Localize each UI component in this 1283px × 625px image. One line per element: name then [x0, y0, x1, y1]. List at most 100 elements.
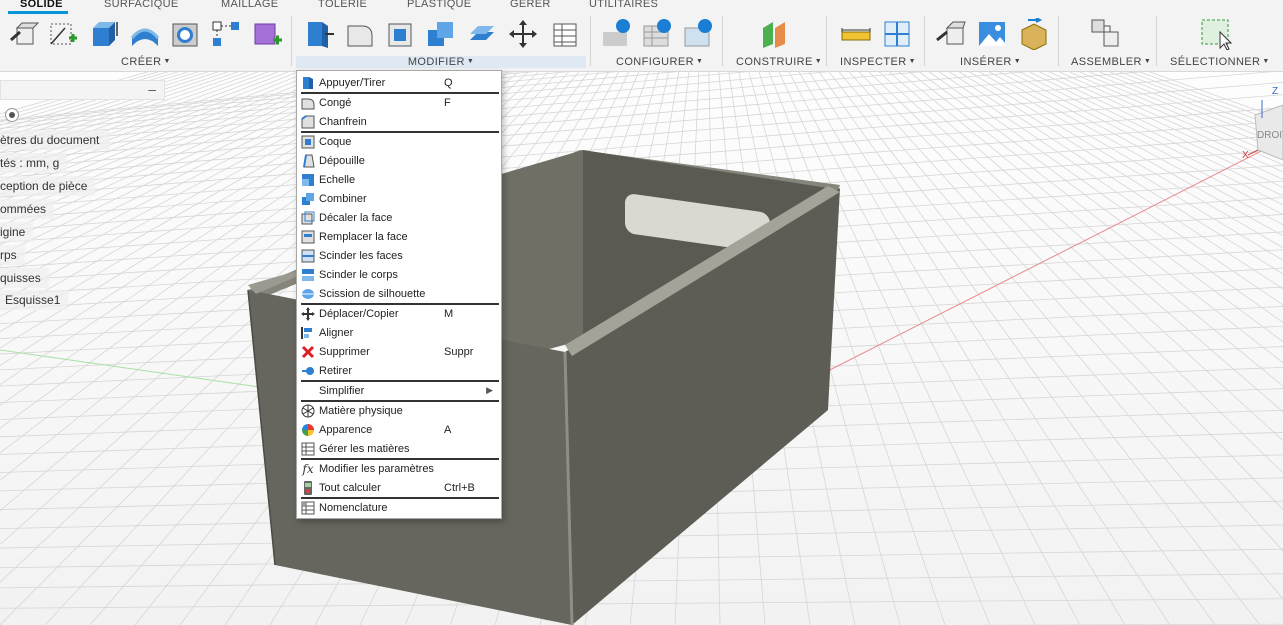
submenu-arrow-icon: ▶: [486, 385, 493, 395]
tab-sheet-metal[interactable]: TÔLERIE: [318, 0, 367, 10]
menu-item-replace-face[interactable]: Remplacer la face: [301, 227, 499, 246]
menu-item-draft[interactable]: Dépouille: [301, 151, 499, 170]
split-face-icon: [301, 249, 315, 263]
assemble-group-label[interactable]: ASSEMBLER ▼: [1071, 56, 1151, 68]
construct-group-label[interactable]: CONSTRUIRE ▼: [736, 56, 822, 68]
select-group-label[interactable]: SÉLECTIONNER ▼: [1170, 56, 1270, 68]
fillet-icon[interactable]: [344, 18, 376, 50]
offset-face-icon[interactable]: [466, 18, 498, 50]
menu-item-chamfer[interactable]: Chanfrein: [301, 112, 499, 131]
menu-item-move-copy[interactable]: Déplacer/Copier M: [301, 304, 499, 323]
create-sketch-icon[interactable]: [47, 18, 79, 50]
insert-group-label[interactable]: INSÉRER ▼: [960, 56, 1021, 68]
create-form-icon[interactable]: [251, 18, 283, 50]
menu-item-offset-face[interactable]: Décaler la face: [301, 208, 499, 227]
menu-item-align[interactable]: Aligner: [301, 323, 499, 342]
menu-item-silhouette-split[interactable]: Scission de silhouette: [301, 284, 499, 303]
move-icon[interactable]: [507, 18, 539, 50]
menu-item-physical-material[interactable]: Matière physique: [301, 401, 499, 420]
browser-item-origin[interactable]: igine: [0, 222, 34, 242]
tab-manage[interactable]: GÉRER: [510, 0, 551, 10]
menu-item-press-pull[interactable]: Appuyer/Tirer Q: [301, 73, 499, 92]
configure-group-label[interactable]: CONFIGURER ▼: [616, 56, 703, 68]
viewcube-z-label: Z: [1272, 86, 1279, 97]
shell-icon[interactable]: [385, 18, 417, 50]
measure-icon[interactable]: [840, 18, 872, 50]
menu-item-appearance[interactable]: Apparence A: [301, 420, 499, 439]
canvas-viewport[interactable]: [0, 0, 1283, 625]
combine-icon[interactable]: [425, 18, 457, 50]
browser-item-sketch1[interactable]: Esquisse1: [0, 290, 69, 310]
inspect-group-label[interactable]: INSPECTER ▼: [840, 56, 916, 68]
modify-group-label[interactable]: MODIFIER ▼: [296, 56, 586, 68]
active-document-radio[interactable]: [5, 108, 19, 122]
browser-item-document-settings[interactable]: ètres du document: [0, 130, 110, 150]
parameters-table-icon[interactable]: [548, 18, 580, 50]
press-pull-icon[interactable]: [303, 18, 335, 50]
tab-surface[interactable]: SURFACIQUE: [104, 0, 179, 10]
remove-icon: [301, 364, 315, 378]
extrude-icon[interactable]: [88, 18, 120, 50]
toolbar-separator: [924, 16, 925, 66]
tab-utilities[interactable]: UTILITAIRES: [589, 0, 658, 10]
insert-image-icon[interactable]: [976, 18, 1008, 50]
joint-icon[interactable]: [1090, 18, 1122, 50]
configure-icon-1[interactable]: [601, 18, 633, 50]
tab-mesh[interactable]: MAILLAGE: [221, 0, 278, 10]
pattern-icon[interactable]: [210, 18, 242, 50]
compute-all-icon: [301, 480, 315, 495]
menu-item-simplify[interactable]: Simplifier ▶: [301, 381, 499, 400]
active-tab-indicator: [8, 11, 68, 14]
menu-item-fillet[interactable]: Congé F: [301, 93, 499, 112]
menu-item-remove[interactable]: Retirer: [301, 361, 499, 380]
browser-item-bodies[interactable]: rps: [0, 245, 25, 265]
revolve-icon[interactable]: [129, 18, 161, 50]
menu-item-manage-materials[interactable]: Gérer les matières: [301, 439, 499, 458]
select-icon[interactable]: [1200, 18, 1232, 50]
toolbar-separator: [722, 16, 723, 66]
viewcube-face-label[interactable]: DROIT: [1257, 130, 1283, 141]
replace-face-icon: [301, 230, 315, 244]
menu-item-scale[interactable]: Echelle: [301, 170, 499, 189]
menu-item-split-face[interactable]: Scinder les faces: [301, 246, 499, 265]
menu-item-combine[interactable]: Combiner: [301, 189, 499, 208]
viewcube-x-label: X: [1242, 150, 1249, 161]
collapse-button[interactable]: –: [148, 81, 156, 97]
configure-icon-3[interactable]: [683, 18, 715, 50]
browser-item-named-views[interactable]: ommées: [0, 199, 55, 219]
press-pull-icon: [301, 76, 315, 90]
tab-solid[interactable]: SOLIDE: [20, 0, 63, 10]
menu-item-bill-of-materials[interactable]: Nomenclature: [301, 498, 499, 517]
modify-dropdown-menu: Appuyer/Tirer Q Congé F Chanfrein Coque …: [296, 70, 502, 519]
toolbar-separator: [590, 16, 591, 66]
silhouette-split-icon: [301, 287, 315, 301]
draft-icon: [301, 154, 315, 168]
shell-icon: [301, 135, 315, 149]
insert-derive-icon[interactable]: [935, 18, 967, 50]
menu-item-compute-all[interactable]: Tout calculer Ctrl+B: [301, 478, 499, 497]
tab-plastic[interactable]: PLASTIQUE: [407, 0, 471, 10]
hole-icon[interactable]: [170, 18, 202, 50]
browser-item-sketches[interactable]: quisses: [0, 268, 49, 288]
create-group-label[interactable]: CRÉER ▼: [121, 56, 171, 68]
toolbar-separator: [1156, 16, 1157, 66]
menu-item-delete[interactable]: Supprimer Suppr: [301, 342, 499, 361]
section-analysis-icon[interactable]: [881, 18, 913, 50]
align-icon: [301, 326, 315, 340]
new-component-icon[interactable]: [8, 18, 40, 50]
offset-plane-icon[interactable]: [759, 18, 791, 50]
menu-item-change-parameters[interactable]: fx Modifier les paramètres: [301, 459, 499, 478]
browser-header: –: [0, 80, 165, 100]
toolbar-separator: [1058, 16, 1059, 66]
toolbar-separator: [826, 16, 827, 66]
physical-material-icon: [301, 404, 315, 418]
appearance-icon: [301, 423, 315, 437]
menu-item-shell[interactable]: Coque: [301, 132, 499, 151]
move-icon: [301, 306, 315, 321]
split-body-icon: [301, 268, 315, 282]
menu-item-split-body[interactable]: Scinder le corps: [301, 265, 499, 284]
configure-icon-2[interactable]: [642, 18, 674, 50]
browser-item-part-design[interactable]: ception de pièce: [0, 176, 96, 196]
browser-item-units[interactable]: tés : mm, g: [0, 153, 68, 173]
insert-mesh-icon[interactable]: [1018, 18, 1050, 50]
